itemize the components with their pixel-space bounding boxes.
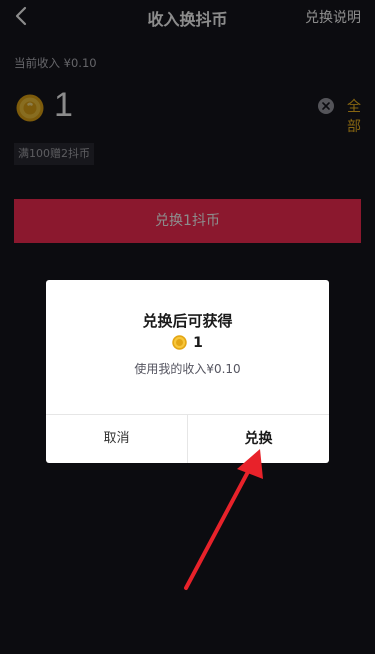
exchange-page: 收入换抖币 兑换说明 当前收入 ¥0.10 1 全部 满100赠2抖币 兑换1抖… bbox=[0, 0, 375, 654]
confirm-exchange-button[interactable]: 兑换 bbox=[188, 415, 329, 463]
dialog-title: 兑换后可获得 bbox=[142, 312, 233, 330]
exchange-confirm-dialog: 兑换后可获得 1 使用我的收入¥0.10 取消 兑换 bbox=[46, 280, 329, 463]
dialog-coin-row: 1 bbox=[46, 332, 329, 352]
coin-icon bbox=[172, 335, 187, 350]
dialog-description: 使用我的收入¥0.10 bbox=[134, 362, 241, 376]
cancel-button[interactable]: 取消 bbox=[46, 415, 187, 463]
dialog-coin-value: 1 bbox=[193, 334, 203, 351]
